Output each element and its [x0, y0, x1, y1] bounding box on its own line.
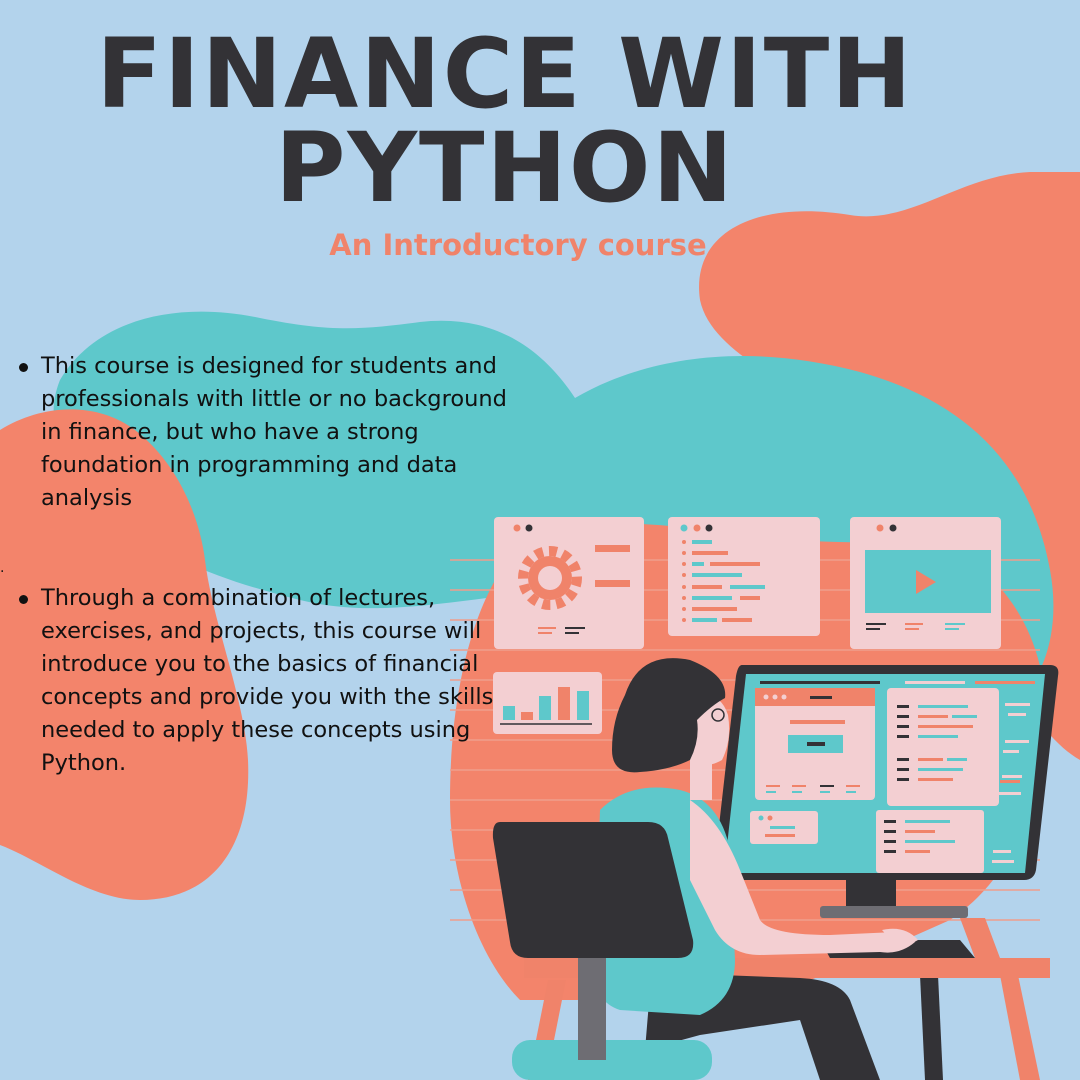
bullet-text-1: This course is designed for students and…	[41, 353, 507, 511]
developer-illustration	[492, 517, 1059, 1080]
video-window	[850, 517, 1001, 649]
monitor	[713, 665, 1059, 918]
bullet-item-2: Through a combination of lectures, exerc…	[19, 582, 521, 780]
bullet-dot	[19, 363, 28, 372]
code-window	[668, 517, 820, 636]
bullet-item-1: This course is designed for students and…	[19, 350, 521, 515]
bullet-text-2: Through a combination of lectures, exerc…	[41, 585, 494, 776]
bullet-dot	[19, 595, 28, 604]
gear-icon	[518, 546, 582, 610]
